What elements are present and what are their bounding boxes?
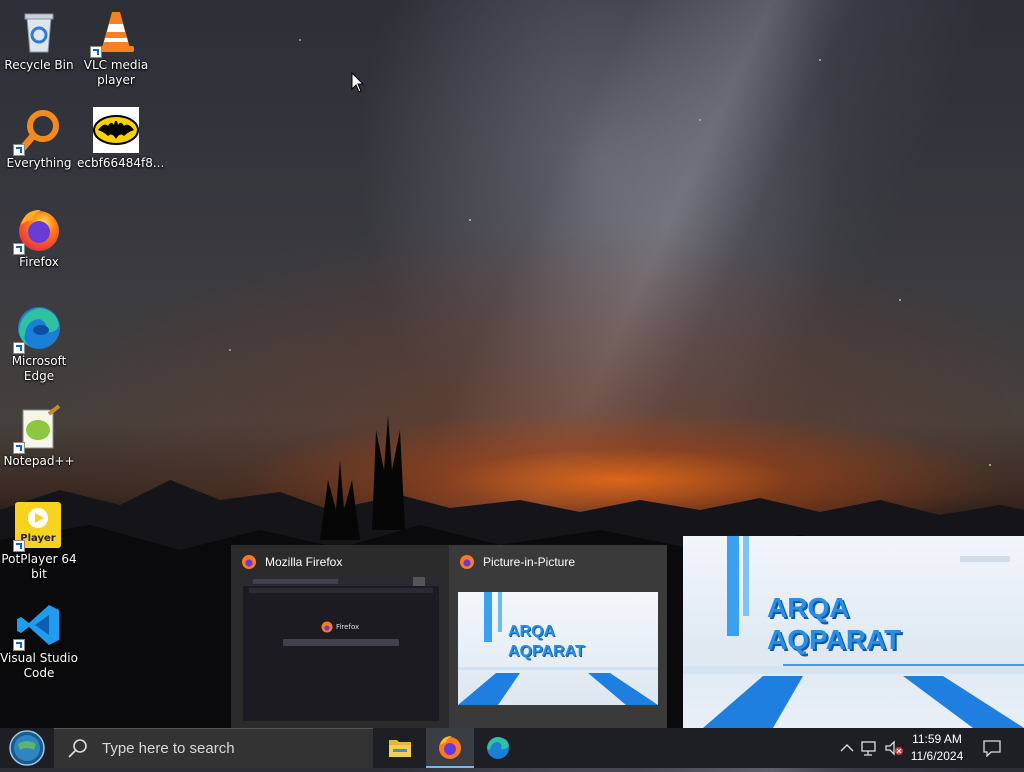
network-button[interactable]: [858, 728, 882, 768]
preview-title-text: Picture-in-Picture: [483, 555, 576, 569]
taskbar-firefox[interactable]: [426, 728, 474, 768]
desktop-icon-label: Visual Studio Code: [0, 651, 78, 680]
shortcut-arrow-icon: [13, 639, 25, 651]
batman-logo-icon: [92, 106, 140, 154]
pip-thumbnail: ARQA AQPARAT: [458, 592, 658, 705]
taskbar: 11:59 AM 11/6/2024: [0, 728, 1024, 768]
firefox-icon: [321, 621, 333, 633]
desktop-icon-label: Recycle Bin: [4, 58, 74, 72]
shortcut-arrow-icon: [13, 243, 25, 255]
vlc-cone-icon: [90, 8, 140, 58]
preview-title: Picture-in-Picture: [459, 554, 575, 570]
desktop-icon-edge[interactable]: Microsoft Edge: [0, 304, 78, 384]
picture-in-picture-video[interactable]: ARQA AQPARAT: [683, 536, 1024, 728]
taskbar-search-box[interactable]: [54, 728, 373, 768]
shortcut-arrow-icon: [13, 442, 25, 454]
search-icon: [68, 738, 87, 758]
vscode-icon: [13, 601, 63, 651]
desktop-icon-label: Everything: [6, 156, 72, 170]
pip-bar: [727, 536, 739, 636]
thumb-stage-graphic: [458, 667, 658, 705]
desktop-icon-vscode[interactable]: Visual Studio Code: [0, 601, 78, 681]
chevron-up-icon: [840, 744, 854, 752]
preview-pip-window[interactable]: Picture-in-Picture ARQA AQPARAT: [449, 545, 667, 728]
pip-logo-line-1: ARQA: [767, 592, 850, 623]
taskbar-preview-strip: Mozilla Firefox Firefox Picture-in-Pictu…: [231, 545, 667, 728]
firefox-icon: [439, 736, 461, 759]
clock-time: 11:59 AM: [912, 732, 962, 746]
mouse-cursor-icon: [351, 72, 365, 93]
taskbar-edge[interactable]: [474, 728, 522, 768]
show-hidden-icons-button[interactable]: [836, 728, 858, 768]
shortcut-arrow-icon: [90, 46, 102, 58]
search-input[interactable]: [100, 739, 344, 758]
shortcut-arrow-icon: [13, 540, 25, 552]
recycle-bin-icon: [15, 8, 63, 56]
pip-logo: ARQA AQPARAT: [767, 592, 901, 656]
desktop-icon-everything[interactable]: Everything: [0, 106, 78, 171]
thumb-logo-line-2: AQPARAT: [508, 643, 585, 660]
desktop-icon-label: Firefox: [19, 255, 59, 269]
pip-logo-line-2: AQPARAT: [767, 624, 902, 655]
shortcut-arrow-icon: [13, 342, 25, 354]
desktop-icon-label: Notepad++: [3, 454, 75, 468]
preview-title-text: Mozilla Firefox: [265, 555, 343, 569]
edge-icon: [13, 304, 63, 354]
desktop-icon-potplayer[interactable]: Player PotPlayer 64 bit: [0, 502, 78, 582]
shortcut-arrow-icon: [13, 144, 25, 156]
pip-stage-graphic: [683, 666, 1024, 728]
thumb-firefox-text: Firefox: [336, 623, 360, 631]
action-center-button[interactable]: [976, 728, 1008, 768]
notification-icon: [983, 740, 1001, 757]
notepadpp-icon: [13, 404, 63, 454]
thumb-logo-line-1: ARQA: [508, 623, 556, 640]
pip-bar: [743, 536, 749, 616]
pip-watermark: [960, 556, 1010, 562]
desktop-icon-vlc[interactable]: VLC media player: [77, 8, 155, 88]
desktop-icon-image-file[interactable]: ecbf66484f8...: [77, 106, 165, 171]
preview-title: Mozilla Firefox: [241, 554, 342, 570]
desktop-icon-notepadpp[interactable]: Notepad++: [0, 404, 78, 469]
preview-firefox-window[interactable]: Mozilla Firefox Firefox: [231, 545, 449, 728]
start-orb-icon: [9, 730, 45, 766]
firefox-icon: [460, 555, 474, 569]
firefox-icon: [13, 205, 63, 255]
clock-date: 11/6/2024: [910, 749, 964, 763]
desktop-icon-firefox[interactable]: Firefox: [0, 205, 78, 270]
everything-magnifier-icon: [13, 106, 63, 156]
edge-icon: [487, 737, 509, 759]
desktop-icon-label: VLC media player: [83, 58, 149, 87]
start-button[interactable]: [0, 728, 54, 768]
taskbar-clock[interactable]: 11:59 AM 11/6/2024: [900, 731, 974, 765]
taskbar-file-explorer[interactable]: [376, 728, 424, 768]
desktop-icon-label: Microsoft Edge: [11, 354, 67, 383]
firefox-thumbnail: Firefox: [243, 577, 439, 721]
potplayer-icon: Player: [13, 502, 63, 552]
file-explorer-icon: [389, 740, 411, 757]
firefox-icon: [242, 555, 256, 569]
desktop-icon-label: PotPlayer 64 bit: [1, 552, 77, 581]
network-icon: [861, 741, 876, 756]
desktop-icon-label: ecbf66484f8...: [77, 156, 165, 170]
desktop-icon-recycle-bin[interactable]: Recycle Bin: [0, 8, 78, 73]
